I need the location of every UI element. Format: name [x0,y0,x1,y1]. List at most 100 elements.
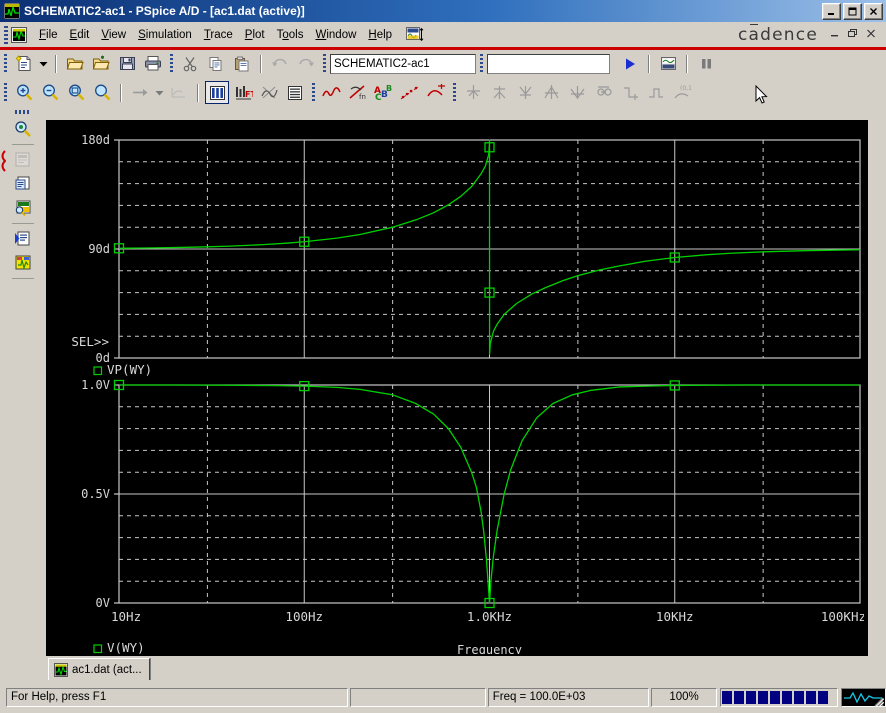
netlist-button[interactable] [11,148,35,171]
pause-simulation-button[interactable] [694,52,718,75]
plot-toolbar-gripper-2[interactable] [312,83,315,102]
toolbar-separator-4 [686,54,688,73]
y-tick-label: 1.0V [81,378,110,392]
print-button[interactable] [141,52,165,75]
redo-button[interactable] [294,52,318,75]
cursor-trough-button[interactable] [513,81,537,104]
toolbar-gripper-1[interactable] [4,54,7,73]
plot-toolbar-gripper-3[interactable] [453,83,456,102]
x-axis-title: Frequency [457,643,522,654]
progress-block [746,690,757,704]
open-simulation-button[interactable] [89,52,113,75]
cursor-min-button[interactable] [565,81,589,104]
progress-block [722,690,733,704]
legend-marker [93,644,103,654]
fourier-button[interactable]: FT [231,81,255,104]
cursor-slope-button[interactable] [539,81,563,104]
new-document-dropdown[interactable] [37,53,50,74]
document-tab-label: ac1.dat (act... [72,663,142,676]
menu-item-view[interactable]: View [95,27,132,43]
menu-item-help[interactable]: Help [362,27,398,43]
probe-window-button[interactable] [11,227,35,250]
mdi-window-controls [830,28,877,41]
x-tick-label: 10Hz [111,609,141,624]
scatter-trace-button[interactable] [398,81,422,104]
eval-goal-button[interactable]: fn [346,81,370,104]
progress-block [794,690,805,704]
menu-item-window[interactable]: Window [309,27,362,43]
resize-grip[interactable] [870,693,884,707]
view-results-button[interactable] [656,52,680,75]
simulation-output-button[interactable] [11,196,35,219]
run-simulation-button[interactable] [618,52,642,75]
save-button[interactable] [115,52,139,75]
svg-text:FT: FT [245,90,253,99]
left-toolbar-separator-1 [12,144,34,145]
cursor-next-button[interactable] [617,81,641,104]
undo-button[interactable] [268,52,292,75]
menu-item-trace[interactable]: Trace [198,27,239,43]
status-zoom-level: 100% [650,687,718,707]
performance-analysis-button[interactable] [257,81,281,104]
cursor-toggle-button[interactable] [461,81,485,104]
maximize-button[interactable] [843,3,862,20]
mdi-close-button[interactable] [866,28,877,41]
cursor-peak-button[interactable] [424,81,448,104]
schematic-button[interactable] [11,251,35,274]
simulation-profile-field[interactable]: SCHEMATIC2-ac1 [330,53,476,74]
document-tab-ac1[interactable]: ac1.dat (act... [48,658,150,680]
new-document-button[interactable] [12,52,36,75]
document-app-icon[interactable] [11,26,27,43]
minimize-button[interactable] [822,3,841,20]
step-dropdown[interactable] [153,82,166,103]
cursor-max-button[interactable] [591,81,615,104]
toolbar-gripper-3[interactable] [323,54,326,73]
legend-marker [93,366,103,376]
menu-gripper[interactable] [4,25,8,44]
plot-toolbar-gripper-1[interactable] [4,83,7,102]
copy-button[interactable] [204,52,228,75]
probe-window-icon[interactable] [406,26,424,43]
menu-item-file[interactable]: File [33,27,64,43]
plot-canvas[interactable]: 0d 90d 180d SEL>> VP(WY) 0V 0.5V 1.0V 10Hz 100Hz 1… [46,120,868,658]
secondary-input-field[interactable] [487,53,610,74]
log-commands-button[interactable] [283,81,307,104]
zoom-out-button[interactable] [38,81,62,104]
toolbar-gripper-2[interactable] [170,54,173,73]
progress-block [734,690,745,704]
menu-item-edit[interactable]: Edit [64,27,96,43]
cut-button[interactable] [178,52,202,75]
cursor-peak2-button[interactable] [487,81,511,104]
close-button[interactable] [864,3,883,20]
step-forward-button[interactable] [128,81,152,104]
legend-label: VP(WY) [107,362,152,377]
menu-file-rest: ile [46,28,58,41]
plot-legend[interactable]: V(WY) [93,640,145,654]
progress-block [818,690,829,704]
zoom-in-button[interactable] [12,81,36,104]
probe-zoom-button[interactable] [11,117,35,140]
paste-button[interactable] [230,52,254,75]
add-trace-button[interactable] [320,81,344,104]
waveform-plots-svg[interactable]: 0d90d180dSEL>>VP(WY)0V0.5V1.0V10Hz 100Hz 1… [46,120,864,654]
trace-end-button[interactable] [167,81,191,104]
abc-button[interactable]: A B C B [372,81,396,104]
menu-item-simulation[interactable]: Simulation [132,27,198,43]
left-toolbar-gripper[interactable] [15,110,31,114]
toggle-cursor-button[interactable] [205,81,229,104]
mark-point-button[interactable]: (0,1) [669,81,693,104]
cursor-prev-button[interactable] [643,81,667,104]
magnitude-plot[interactable]: 0V 0.5V 1.0V 10Hz 100Hz 1.0KHz 10KHz 100KHz Freq… [81,378,864,654]
progress-block [806,690,817,704]
output-file-button[interactable] [11,172,35,195]
toolbar-gripper-4[interactable] [480,54,483,73]
zoom-fit-button[interactable] [90,81,114,104]
mdi-minimize-button[interactable] [830,28,841,41]
phase-plot[interactable]: 0d90d180dSEL>>VP(WY) [71,133,861,377]
probe-plot-window[interactable]: 0d 90d 180d SEL>> VP(WY) 0V 0.5V 1.0V 10Hz 100Hz 1… [44,118,870,660]
open-button[interactable] [63,52,87,75]
zoom-area-button[interactable] [64,81,88,104]
mdi-restore-button[interactable] [848,28,859,41]
menu-item-plot[interactable]: Plot [239,27,271,43]
menu-item-tools[interactable]: Tools [271,27,310,43]
